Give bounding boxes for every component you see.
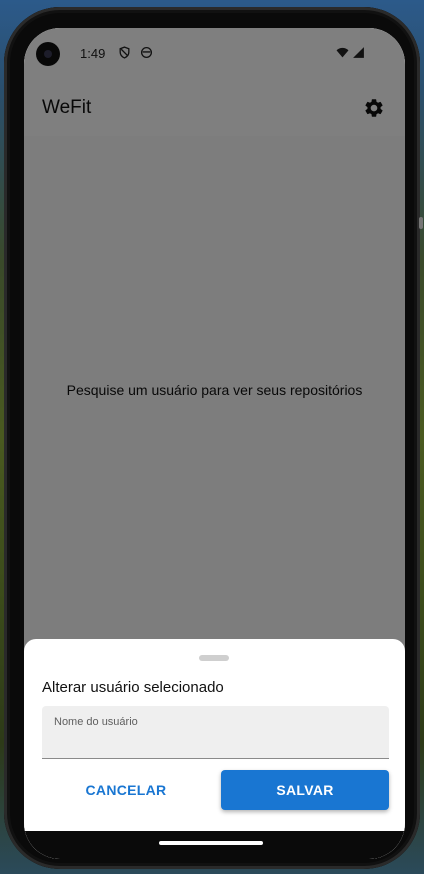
username-field[interactable]: Nome do usuário bbox=[42, 706, 389, 759]
navigation-bar bbox=[24, 831, 405, 859]
phone-frame: 1:49 WeFit Pesquise um usuário pa bbox=[4, 7, 423, 869]
drag-handle[interactable] bbox=[199, 655, 229, 661]
side-button bbox=[419, 217, 423, 229]
save-button[interactable]: SALVAR bbox=[221, 770, 389, 810]
home-indicator[interactable] bbox=[159, 841, 263, 845]
screen: 1:49 WeFit Pesquise um usuário pa bbox=[24, 28, 405, 859]
cancel-button[interactable]: CANCELAR bbox=[42, 770, 210, 810]
username-input[interactable] bbox=[54, 730, 378, 754]
bottom-sheet: Alterar usuário selecionado Nome do usuá… bbox=[24, 639, 405, 859]
sheet-title: Alterar usuário selecionado bbox=[42, 679, 224, 696]
username-field-label: Nome do usuário bbox=[54, 716, 138, 728]
